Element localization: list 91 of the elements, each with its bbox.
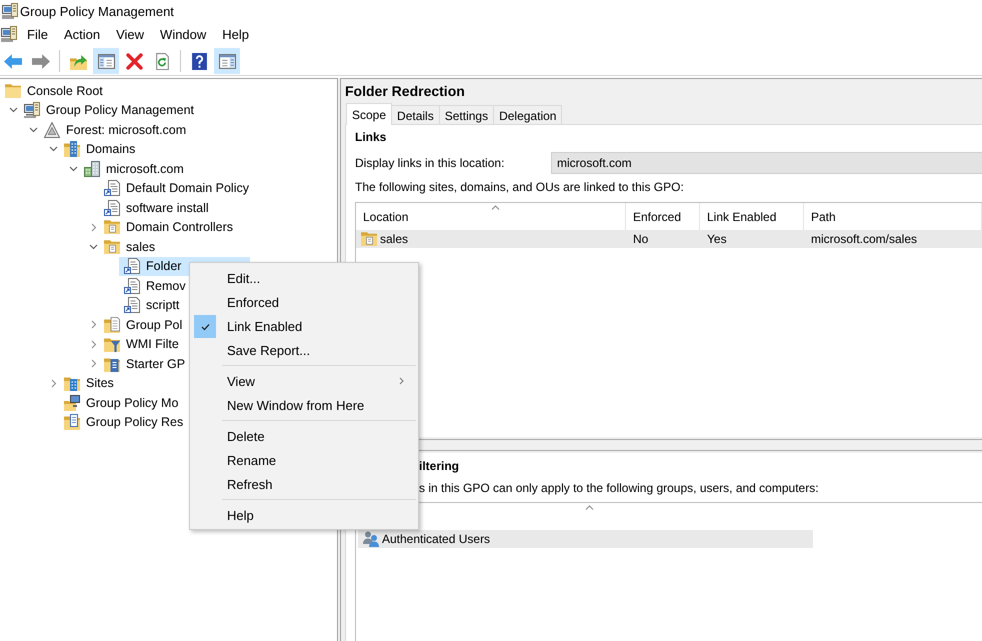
triangle-icon bbox=[44, 122, 60, 138]
folder-document-icon bbox=[104, 219, 120, 236]
panel-right-icon bbox=[218, 52, 236, 70]
context-menu-item[interactable]: Help bbox=[190, 503, 418, 527]
tab[interactable]: Settings bbox=[438, 105, 494, 125]
folder-document-icon bbox=[361, 231, 377, 247]
document-shortcut-icon bbox=[104, 200, 120, 216]
folder-document-icon bbox=[64, 414, 80, 430]
folder-funnel-icon bbox=[104, 336, 120, 352]
field-label: Display links in this location: bbox=[355, 156, 506, 170]
chevron-down-icon[interactable] bbox=[29, 126, 38, 133]
action-pane-button[interactable] bbox=[214, 48, 240, 74]
panel-title: Folder Redrection bbox=[344, 82, 466, 101]
folder-document-icon bbox=[104, 316, 120, 333]
context-menu-item[interactable]: Delete bbox=[190, 424, 418, 448]
folder-icon bbox=[5, 82, 21, 99]
context-menu-item[interactable]: Refresh bbox=[190, 472, 418, 496]
computer-document-icon bbox=[1, 26, 17, 42]
tree-item[interactable]: Domains bbox=[59, 140, 140, 159]
folder-building-icon bbox=[64, 141, 80, 158]
document-shortcut-icon bbox=[124, 278, 140, 294]
folder-arrow-icon bbox=[70, 52, 86, 70]
buildings-icon bbox=[84, 160, 100, 177]
table-row[interactable]: sales No Yes microsoft.com/sales bbox=[356, 230, 982, 248]
tree-item[interactable]: sales bbox=[99, 237, 160, 256]
table-cell: Authenticated Users bbox=[358, 530, 490, 548]
menu-bar-item[interactable]: Window bbox=[152, 24, 214, 44]
tree-item[interactable]: Group Pol bbox=[99, 315, 186, 334]
table-cell-text: Yes bbox=[706, 231, 728, 248]
tree-item[interactable]: scriptt bbox=[119, 296, 184, 315]
computer-folder-icon bbox=[64, 394, 80, 411]
folder-building-icon bbox=[64, 375, 80, 392]
tree-item[interactable]: Domain Controllers bbox=[99, 218, 237, 237]
tree-item[interactable]: Forest: microsoft.com bbox=[39, 120, 190, 140]
show-tree-button[interactable] bbox=[93, 48, 119, 74]
menu-bar-item[interactable]: View bbox=[108, 24, 152, 44]
panel-left-icon bbox=[98, 52, 114, 70]
refresh-icon bbox=[154, 52, 170, 70]
context-menu-item[interactable]: Link Enabled bbox=[190, 314, 418, 338]
tree-item[interactable]: Group Policy Mo bbox=[59, 393, 182, 412]
folder-document-icon bbox=[104, 238, 120, 255]
chevron-right-icon[interactable] bbox=[50, 378, 56, 388]
description-text: s in this GPO can only apply to the following groups, users, and computers: bbox=[419, 480, 820, 497]
chevron-down-icon[interactable] bbox=[69, 166, 78, 172]
window-title: Group Policy Management bbox=[20, 4, 174, 18]
users-icon bbox=[363, 531, 379, 547]
tree-item[interactable]: microsoft.com bbox=[79, 159, 188, 178]
tree-item[interactable]: Sites bbox=[59, 374, 118, 393]
context-menu-item[interactable]: New Window from Here bbox=[190, 393, 418, 417]
document-shortcut-icon bbox=[124, 258, 140, 274]
tree-item[interactable]: Starter GP bbox=[99, 354, 190, 374]
tree-item[interactable]: Default Domain Policy bbox=[99, 178, 253, 198]
tree-item[interactable]: Console Root bbox=[0, 81, 107, 100]
table-row[interactable]: Authenticated Users bbox=[358, 530, 813, 548]
tree-item[interactable]: Remov bbox=[119, 276, 190, 296]
tab[interactable]: Scope bbox=[346, 103, 392, 125]
cross-icon bbox=[126, 52, 142, 70]
chevron-right-icon[interactable] bbox=[90, 359, 96, 368]
section-heading: iltering bbox=[419, 458, 460, 475]
computer-document-icon bbox=[2, 3, 18, 19]
menu-bar-item[interactable]: Action bbox=[56, 24, 108, 44]
menu-bar-item[interactable]: Help bbox=[214, 24, 258, 44]
chevron-right-icon[interactable] bbox=[90, 320, 96, 330]
chevron-right-icon[interactable] bbox=[90, 340, 96, 349]
location-field[interactable]: microsoft.com bbox=[551, 152, 982, 174]
tab[interactable]: Delegation bbox=[493, 105, 562, 125]
tree-item[interactable]: WMI Filte bbox=[99, 334, 183, 354]
document-shortcut-icon bbox=[124, 297, 140, 314]
computer-document-icon bbox=[24, 102, 40, 118]
folder-document-icon bbox=[104, 356, 120, 372]
chevron-down-icon[interactable] bbox=[49, 146, 58, 152]
table-cell-text: microsoft.com/sales bbox=[810, 231, 918, 248]
arrow-right-icon bbox=[32, 54, 50, 68]
tree-item[interactable]: Group Policy Management bbox=[19, 100, 198, 120]
section-heading: Links bbox=[355, 129, 388, 146]
arrow-left-icon bbox=[4, 54, 22, 68]
document-shortcut-icon bbox=[104, 180, 120, 196]
context-menu-item[interactable]: Rename bbox=[190, 448, 418, 472]
description-text: The following sites, domains, and OUs are linked to this GPO: bbox=[355, 179, 685, 196]
context-menu-item[interactable]: Save Report... bbox=[190, 338, 418, 362]
help-icon bbox=[190, 52, 208, 70]
table-cell: sales bbox=[356, 230, 626, 248]
context-menu-item[interactable]: View bbox=[190, 369, 418, 393]
menu-bar-item[interactable]: File bbox=[19, 24, 56, 44]
chevron-down-icon[interactable] bbox=[9, 107, 18, 114]
chevron-right-icon[interactable] bbox=[90, 222, 96, 232]
tree-item[interactable]: Group Policy Res bbox=[59, 412, 188, 432]
table-cell-text: No bbox=[632, 231, 650, 248]
tree-item[interactable]: software install bbox=[99, 198, 213, 218]
context-menu-item[interactable]: Enforced bbox=[190, 290, 418, 314]
chevron-down-icon[interactable] bbox=[89, 244, 98, 250]
